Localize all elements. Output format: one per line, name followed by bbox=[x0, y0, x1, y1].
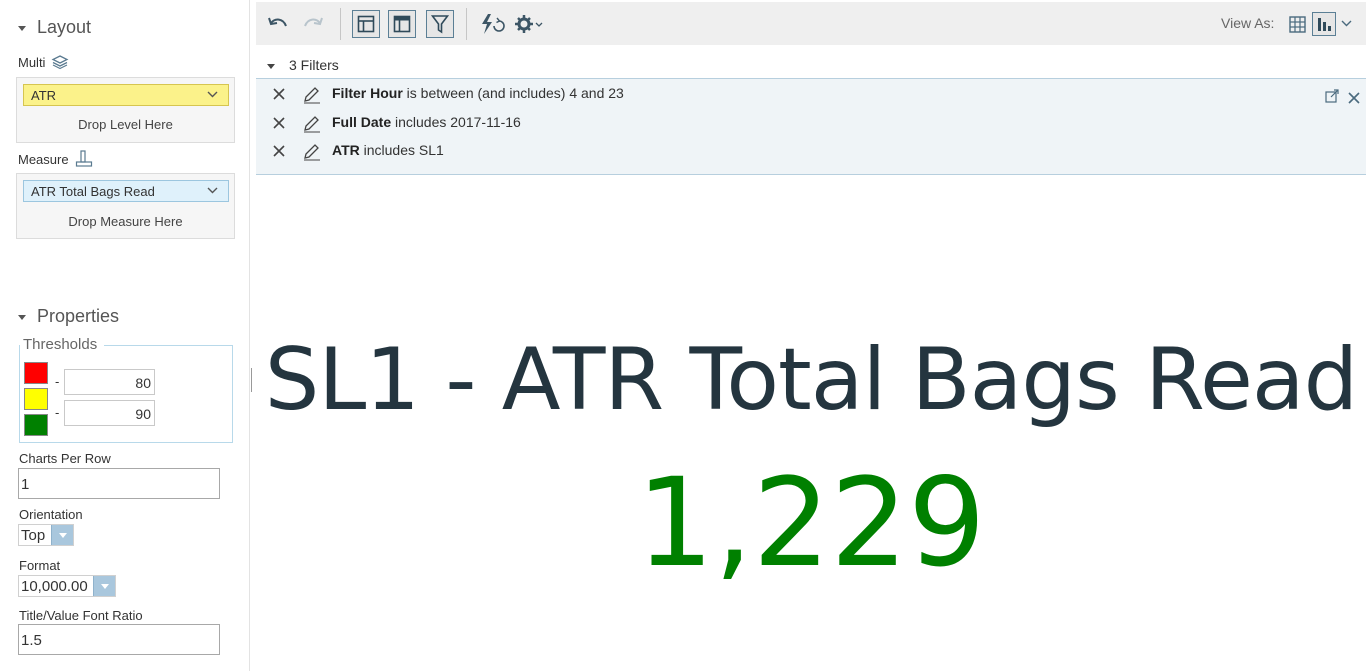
popout-icon[interactable] bbox=[1325, 89, 1339, 103]
edit-pencil-icon[interactable] bbox=[302, 86, 322, 104]
kpi-title: SL1 - ATR Total Bags Read bbox=[264, 330, 1358, 430]
chart-view-button[interactable] bbox=[1312, 12, 1336, 36]
thresholds-border bbox=[104, 345, 233, 346]
orientation-value: Top bbox=[21, 527, 46, 544]
filters-panel: Filter Hour is between (and includes) 4 … bbox=[256, 78, 1366, 175]
drop-measure-hint: Drop Measure Here bbox=[68, 214, 183, 229]
font-ratio-label: Title/Value Font Ratio bbox=[19, 608, 143, 623]
ruler-icon bbox=[75, 150, 92, 167]
format-select[interactable]: 10,000.00 bbox=[18, 575, 116, 597]
close-icon[interactable] bbox=[272, 116, 286, 130]
orientation-select[interactable]: Top bbox=[18, 524, 74, 546]
multi-level-pill[interactable]: ATR bbox=[23, 84, 229, 106]
undo-button[interactable] bbox=[264, 10, 292, 38]
grid-view-icon bbox=[1288, 15, 1306, 33]
collapse-caret-icon[interactable] bbox=[267, 63, 275, 69]
filter-field: Filter Hour bbox=[332, 85, 403, 101]
edit-pencil-icon[interactable] bbox=[302, 115, 322, 133]
app-window: Layout Multi ATR Drop Level Here Measure bbox=[0, 0, 1366, 671]
layers-icon bbox=[51, 55, 69, 70]
charts-per-row-input[interactable]: 1 bbox=[18, 468, 220, 499]
layout-section-title: Layout bbox=[37, 17, 92, 37]
filter-field: ATR bbox=[332, 142, 360, 158]
format-value: 10,000.00 bbox=[21, 578, 88, 595]
redo-button[interactable] bbox=[299, 10, 327, 38]
filters-header[interactable]: 3 Filters bbox=[262, 57, 339, 73]
settings-icon bbox=[515, 15, 543, 33]
threshold-low-input[interactable]: 80 bbox=[64, 369, 155, 395]
filter-text[interactable]: Full Date includes 2017-11-16 bbox=[332, 114, 521, 130]
threshold-color-red[interactable] bbox=[24, 362, 48, 384]
chart-view-icon bbox=[1318, 18, 1331, 31]
multi-drop-zone[interactable]: ATR Drop Level Here bbox=[16, 77, 235, 143]
chevron-down-icon[interactable] bbox=[1341, 20, 1352, 27]
format-label: Format bbox=[19, 558, 61, 573]
grid-view-button[interactable] bbox=[1285, 10, 1309, 38]
filter-icon bbox=[431, 15, 449, 34]
thresholds-legend: Thresholds bbox=[22, 336, 99, 353]
layout-section-header[interactable]: Layout bbox=[18, 17, 91, 38]
filter-condition: is between (and includes) 4 and 23 bbox=[402, 85, 624, 101]
close-icon[interactable] bbox=[272, 144, 286, 158]
filter-row: ATR includes SL1 bbox=[256, 138, 1366, 162]
refresh-icon bbox=[482, 14, 505, 34]
edit-pencil-icon[interactable] bbox=[302, 143, 322, 161]
layout-toggle-button[interactable] bbox=[352, 10, 380, 38]
left-panel: Layout Multi ATR Drop Level Here Measure bbox=[0, 0, 250, 671]
measure-label: Measure bbox=[18, 151, 69, 167]
filter-row: Full Date includes 2017-11-16 bbox=[256, 110, 1366, 134]
threshold-dash: - bbox=[55, 405, 60, 420]
filter-condition: includes SL1 bbox=[359, 142, 444, 158]
threshold-color-yellow[interactable] bbox=[24, 388, 48, 410]
multi-label: Multi bbox=[18, 54, 46, 70]
multi-label-row: Multi bbox=[18, 54, 69, 70]
redo-icon bbox=[304, 17, 323, 27]
layout-icon bbox=[357, 15, 375, 33]
filter-button[interactable] bbox=[426, 10, 454, 38]
threshold-color-green[interactable] bbox=[24, 414, 48, 436]
collapse-caret-icon[interactable] bbox=[18, 26, 26, 31]
table-layout-icon bbox=[393, 15, 411, 33]
filter-text[interactable]: ATR includes SL1 bbox=[332, 142, 444, 158]
collapse-caret-icon[interactable] bbox=[18, 315, 26, 320]
kpi-value: 1,229 bbox=[636, 452, 986, 594]
threshold-dash: - bbox=[55, 374, 60, 389]
view-as-label: View As: bbox=[1221, 15, 1275, 31]
charts-per-row-label: Charts Per Row bbox=[19, 451, 111, 466]
orientation-label: Orientation bbox=[19, 507, 83, 522]
toolbar: View As: bbox=[256, 2, 1366, 45]
refresh-data-button[interactable] bbox=[478, 10, 506, 38]
filter-row: Filter Hour is between (and includes) 4 … bbox=[256, 81, 1366, 105]
drop-level-hint: Drop Level Here bbox=[78, 117, 173, 132]
toolbar-separator bbox=[340, 8, 341, 40]
dropdown-arrow-icon[interactable] bbox=[93, 576, 115, 596]
close-panel-icon[interactable] bbox=[1348, 92, 1360, 104]
chevron-down-icon[interactable] bbox=[207, 91, 218, 98]
toolbar-separator bbox=[466, 8, 467, 40]
chevron-down-icon[interactable] bbox=[207, 187, 218, 194]
filters-count-label: 3 Filters bbox=[289, 57, 339, 73]
measure-drop-zone[interactable]: ATR Total Bags Read Drop Measure Here bbox=[16, 173, 235, 239]
font-ratio-input[interactable]: 1.5 bbox=[18, 624, 220, 655]
multi-level-pill-label: ATR bbox=[31, 88, 57, 103]
table-layout-button[interactable] bbox=[388, 10, 416, 38]
close-icon[interactable] bbox=[272, 87, 286, 101]
undo-icon bbox=[268, 17, 287, 27]
thresholds-group: Thresholds - 80 - 90 bbox=[19, 336, 233, 443]
filter-text[interactable]: Filter Hour is between (and includes) 4 … bbox=[332, 85, 624, 101]
filter-field: Full Date bbox=[332, 114, 392, 130]
measure-pill[interactable]: ATR Total Bags Read bbox=[23, 180, 229, 202]
measure-pill-label: ATR Total Bags Read bbox=[31, 184, 155, 199]
dropdown-arrow-icon[interactable] bbox=[51, 525, 73, 545]
settings-menu-button[interactable] bbox=[514, 10, 546, 38]
filter-condition: includes 2017-11-16 bbox=[391, 114, 521, 130]
properties-section-title: Properties bbox=[37, 306, 120, 326]
panel-splitter-handle[interactable] bbox=[251, 368, 254, 392]
threshold-high-input[interactable]: 90 bbox=[64, 400, 155, 426]
properties-section-header[interactable]: Properties bbox=[18, 306, 119, 327]
measure-label-row: Measure bbox=[18, 150, 93, 168]
